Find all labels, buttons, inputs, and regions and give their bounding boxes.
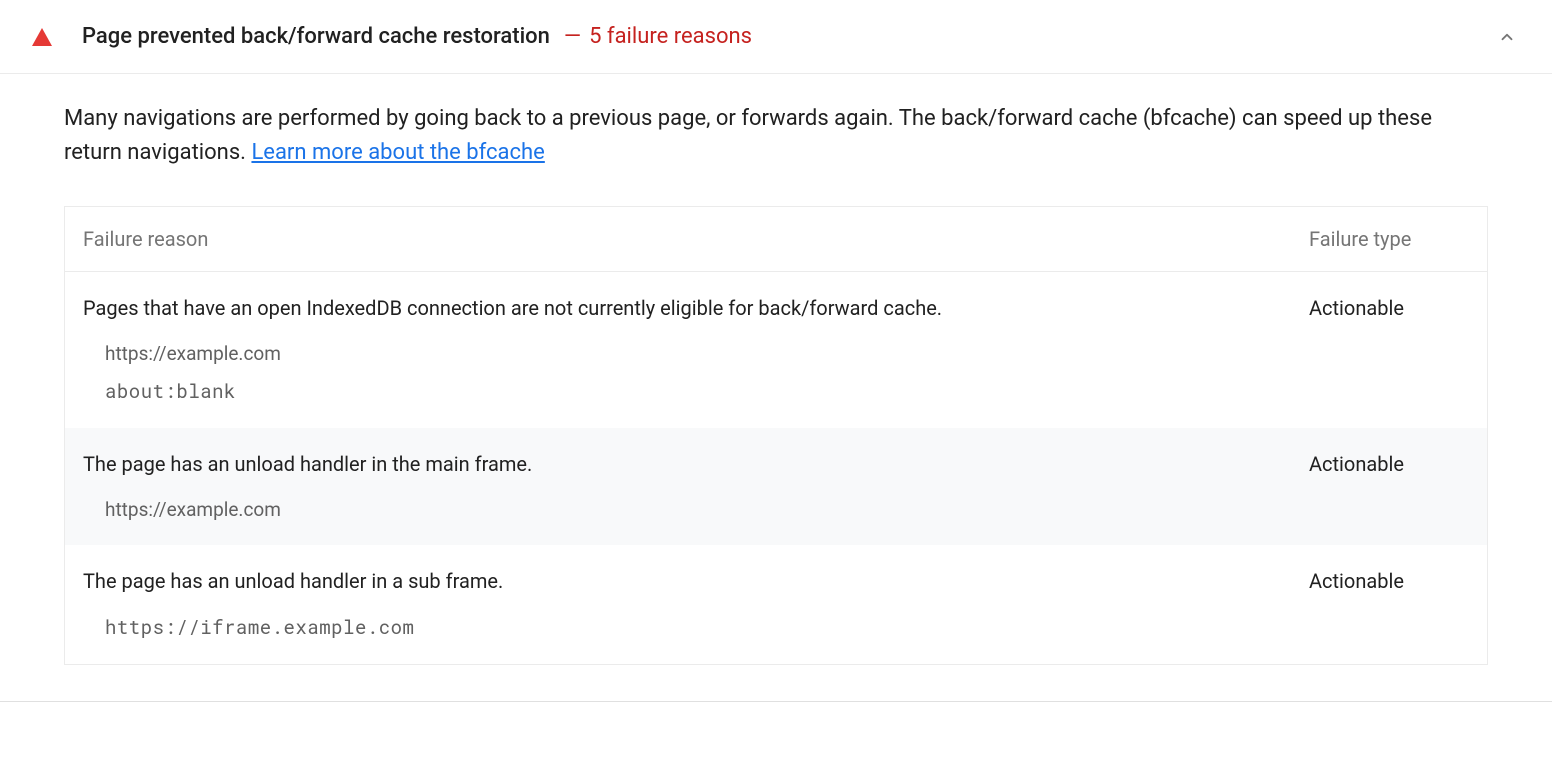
- failure-table: Failure reason Failure type Pages that h…: [64, 206, 1488, 665]
- audit-panel: Page prevented back/forward cache restor…: [0, 0, 1552, 702]
- audit-description: Many navigations are performed by going …: [64, 102, 1488, 170]
- summary-dash: —: [564, 24, 581, 49]
- chevron-up-icon[interactable]: [1498, 28, 1516, 46]
- audit-body: Many navigations are performed by going …: [0, 74, 1552, 685]
- warning-triangle-icon: [32, 28, 52, 46]
- summary-text: 5 failure reasons: [589, 24, 752, 49]
- row-url: https://iframe.example.com: [105, 615, 1469, 640]
- row-url: https://example.com: [105, 498, 1469, 521]
- row-type: Actionable: [1309, 569, 1469, 593]
- row-reason: Pages that have an open IndexedDB connec…: [83, 296, 1309, 320]
- row-reason: The page has an unload handler in the ma…: [83, 452, 1309, 476]
- row-urls: https://example.com: [83, 498, 1469, 521]
- row-urls: https://example.com about:blank: [83, 342, 1469, 404]
- table-row: The page has an unload handler in a sub …: [65, 545, 1487, 664]
- col-header-reason: Failure reason: [83, 227, 1309, 251]
- audit-header[interactable]: Page prevented back/forward cache restor…: [0, 0, 1552, 74]
- col-header-type: Failure type: [1309, 227, 1469, 251]
- row-url: https://example.com: [105, 342, 1469, 365]
- row-type: Actionable: [1309, 296, 1469, 320]
- learn-more-link[interactable]: Learn more about the bfcache: [251, 140, 544, 165]
- row-type: Actionable: [1309, 452, 1469, 476]
- row-urls: https://iframe.example.com: [83, 615, 1469, 640]
- row-url: about:blank: [105, 379, 1469, 404]
- table-row: Pages that have an open IndexedDB connec…: [65, 272, 1487, 428]
- bottom-divider: [0, 701, 1552, 702]
- table-row: The page has an unload handler in the ma…: [65, 428, 1487, 545]
- audit-title: Page prevented back/forward cache restor…: [82, 24, 550, 49]
- audit-summary: — 5 failure reasons: [564, 24, 752, 49]
- row-reason: The page has an unload handler in a sub …: [83, 569, 1309, 593]
- table-header-row: Failure reason Failure type: [65, 207, 1487, 272]
